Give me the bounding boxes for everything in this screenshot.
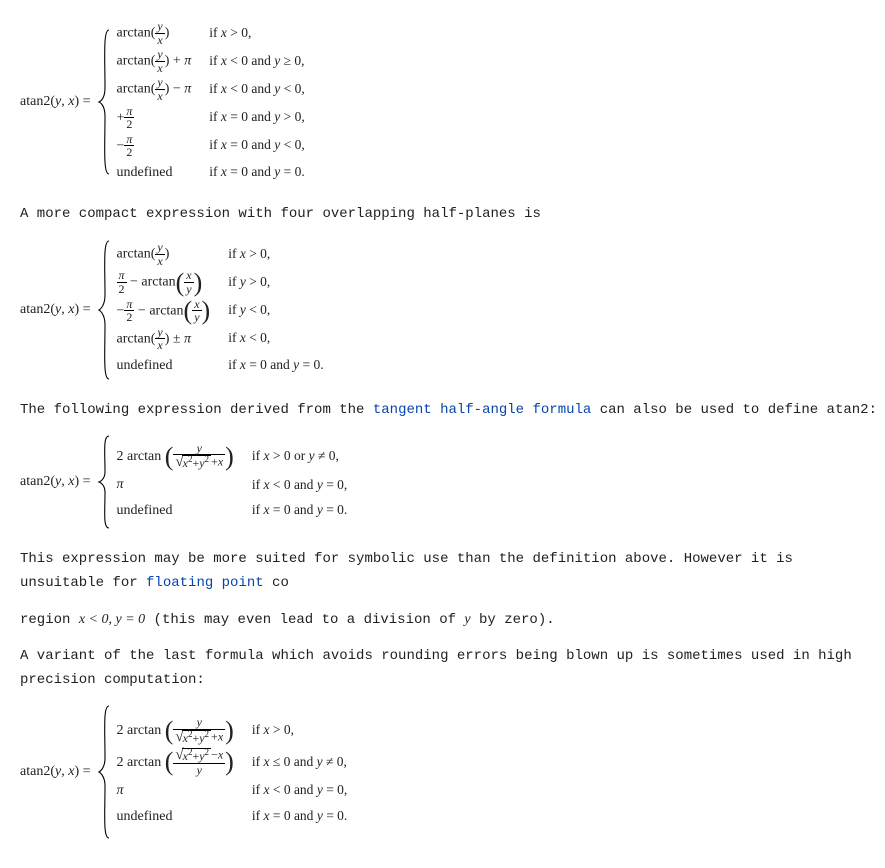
case-condition: if x > 0, bbox=[209, 22, 304, 45]
case-expression: 2 arctan (x2+y2−xy) bbox=[117, 748, 234, 777]
brace-icon bbox=[97, 434, 111, 530]
case-condition: if x < 0 and y < 0, bbox=[209, 78, 304, 101]
case-condition: if y < 0, bbox=[228, 299, 323, 322]
case-expression: undefined bbox=[117, 161, 192, 185]
equation-atan2-halfplanes: atan2(y, x) = arctan(yx) if x > 0, π2 − ar… bbox=[20, 239, 885, 381]
case-condition: if x = 0 and y = 0. bbox=[252, 499, 347, 522]
equation-atan2-variant: atan2(y, x) = 2 arctan (yx2+y2+x) if x > … bbox=[20, 704, 885, 840]
case-condition: if x = 0 and y > 0, bbox=[209, 106, 304, 129]
case-expression: 2 arctan (yx2+y2+x) bbox=[117, 716, 234, 745]
paragraph-tangent-half-angle: The following expression derived from th… bbox=[20, 399, 885, 423]
case-expression: arctan(yx) bbox=[117, 241, 211, 267]
eq1-cases: arctan(yx) if x > 0, arctan(yx) + π if x < … bbox=[117, 20, 305, 185]
case-expression: arctan(yx) + π bbox=[117, 48, 192, 74]
code-atan2: atan2 bbox=[827, 402, 869, 418]
case-expression: undefined bbox=[117, 499, 234, 523]
case-expression: π bbox=[117, 779, 234, 803]
case-condition: if x < 0 and y = 0, bbox=[252, 474, 347, 497]
paragraph-compact-intro: A more compact expression with four over… bbox=[20, 203, 885, 227]
eq4-cases: 2 arctan (yx2+y2+x) if x > 0, 2 arctan (x2… bbox=[117, 716, 348, 828]
case-expression: arctan(yx) ± π bbox=[117, 326, 211, 352]
equation-atan2-piecewise: atan2(y, x) = arctan(yx)if x > 0,arctan(… bbox=[20, 20, 885, 185]
case-expression: undefined bbox=[117, 354, 211, 378]
case-expression: arctan(yx) − π bbox=[117, 76, 192, 102]
case-expression: undefined bbox=[117, 805, 234, 829]
paragraph-symbolic-note: This expression may be more suited for s… bbox=[20, 548, 885, 596]
eq-lhs: atan2(y, x) = bbox=[20, 760, 91, 784]
eq-lhs: atan2(y, x) = bbox=[20, 470, 91, 494]
case-condition: if x < 0 and y = 0, bbox=[252, 779, 347, 802]
case-expression: π2 − arctan(xy) bbox=[117, 269, 211, 295]
case-condition: if x < 0 and y ≥ 0, bbox=[209, 50, 304, 73]
case-condition: if x > 0 or y ≠ 0, bbox=[252, 445, 347, 468]
case-condition: if x = 0 and y = 0. bbox=[252, 805, 347, 828]
brace-icon bbox=[97, 28, 111, 176]
case-condition: if x > 0, bbox=[252, 719, 347, 742]
case-condition: if y > 0, bbox=[228, 271, 323, 294]
brace-icon bbox=[97, 239, 111, 381]
case-condition: if x < 0, bbox=[228, 327, 323, 350]
link-tangent-half-angle[interactable]: tangent half-angle formula bbox=[373, 402, 591, 418]
case-condition: if x ≤ 0 and y ≠ 0, bbox=[252, 751, 347, 774]
case-condition: if x = 0 and y = 0. bbox=[209, 161, 304, 184]
case-condition: if x = 0 and y < 0, bbox=[209, 134, 304, 157]
code-region: x < 0, y = 0 bbox=[79, 612, 145, 627]
eq-lhs: atan2(y, x) = bbox=[20, 90, 91, 114]
case-expression: +π2 bbox=[117, 105, 192, 131]
eq-lhs: atan2(y, x) = bbox=[20, 298, 91, 322]
eq2-cases: arctan(yx) if x > 0, π2 − arctan(xy) if y >… bbox=[117, 241, 324, 378]
case-expression: π bbox=[117, 473, 234, 497]
case-condition: if x > 0, bbox=[228, 243, 323, 266]
equation-atan2-halfangle: atan2(y, x) = 2 arctan (yx2+y2+x) if x > … bbox=[20, 434, 885, 530]
link-floating-point[interactable]: floating point bbox=[146, 575, 264, 591]
case-expression: −π2 − arctan(xy) bbox=[117, 298, 211, 324]
paragraph-variant-intro: A variant of the last formula which avoi… bbox=[20, 645, 885, 693]
eq3-cases: 2 arctan (yx2+y2+x) if x > 0 or y ≠ 0, πif… bbox=[117, 442, 348, 523]
case-expression: arctan(yx) bbox=[117, 20, 192, 46]
case-condition: if x = 0 and y = 0. bbox=[228, 354, 323, 377]
paragraph-region-note: region x < 0, y = 0 (this may even lead … bbox=[20, 608, 885, 633]
case-expression: −π2 bbox=[117, 133, 192, 159]
case-expression: 2 arctan (yx2+y2+x) bbox=[117, 442, 234, 471]
brace-icon bbox=[97, 704, 111, 840]
